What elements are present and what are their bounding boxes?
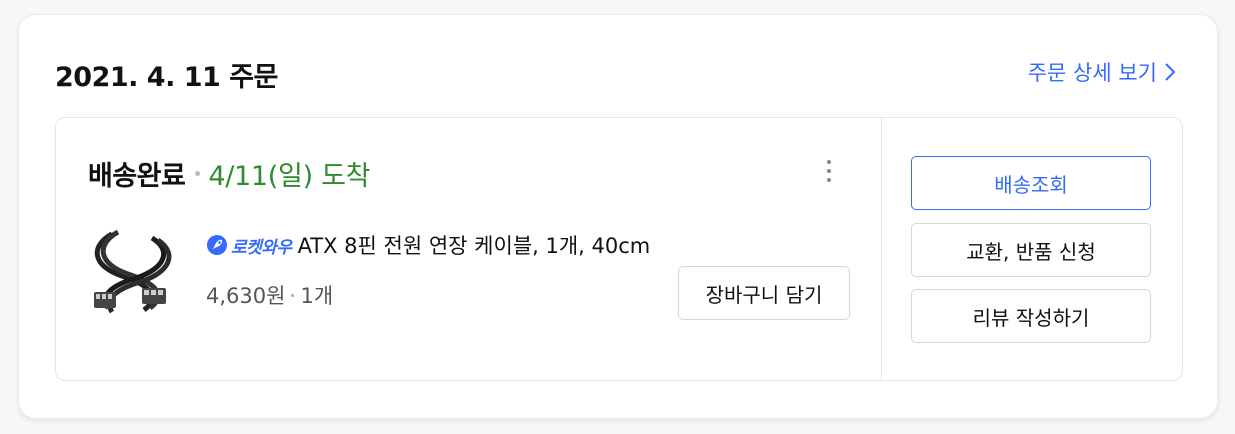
vertical-divider bbox=[881, 118, 882, 380]
product-quantity: 1개 bbox=[300, 284, 334, 308]
write-review-button[interactable]: 리뷰 작성하기 bbox=[911, 289, 1151, 343]
add-to-cart-button[interactable]: 장바구니 담기 bbox=[678, 266, 850, 320]
rocket-wow-badge: 로켓와우 bbox=[206, 233, 292, 258]
more-options-icon[interactable] bbox=[822, 160, 836, 188]
order-detail-link[interactable]: 주문 상세 보기 bbox=[1028, 57, 1177, 87]
shipment-main: 배송완료 4/11(일) 도착 로켓와우 ATX 8핀 전원 연장 케이블, 1… bbox=[56, 118, 881, 380]
order-detail-link-label: 주문 상세 보기 bbox=[1027, 61, 1157, 85]
rocket-icon bbox=[207, 235, 227, 255]
exchange-return-button[interactable]: 교환, 반품 신청 bbox=[911, 223, 1151, 277]
cable-image[interactable] bbox=[82, 226, 182, 318]
delivery-status: 배송완료 bbox=[88, 161, 186, 192]
rocket-wow-label: 로켓와우 bbox=[231, 237, 292, 258]
separator-dot bbox=[195, 171, 201, 176]
shipment-status-line: 배송완료 4/11(일) 도착 bbox=[88, 154, 370, 193]
arrival-date: 4/11(일) 도착 bbox=[208, 161, 371, 192]
track-shipment-button[interactable]: 배송조회 bbox=[911, 156, 1151, 210]
order-card: 2021. 4. 11 주문 주문 상세 보기 배송완료 4/11(일) 도착 bbox=[18, 14, 1218, 419]
separator-dot bbox=[291, 293, 295, 297]
product-line: 로켓와우 ATX 8핀 전원 연장 케이블, 1개, 40cm bbox=[206, 230, 650, 260]
order-date-title: 2021. 4. 11 주문 bbox=[55, 62, 278, 93]
product-name[interactable]: ATX 8핀 전원 연장 케이블, 1개, 40cm bbox=[298, 230, 651, 260]
product-price: 4,630원 bbox=[206, 284, 286, 308]
price-line: 4,630원 1개 bbox=[206, 280, 333, 310]
chevron-right-icon bbox=[1165, 63, 1176, 81]
shipment-box: 배송완료 4/11(일) 도착 로켓와우 ATX 8핀 전원 연장 케이블, 1… bbox=[55, 117, 1183, 381]
